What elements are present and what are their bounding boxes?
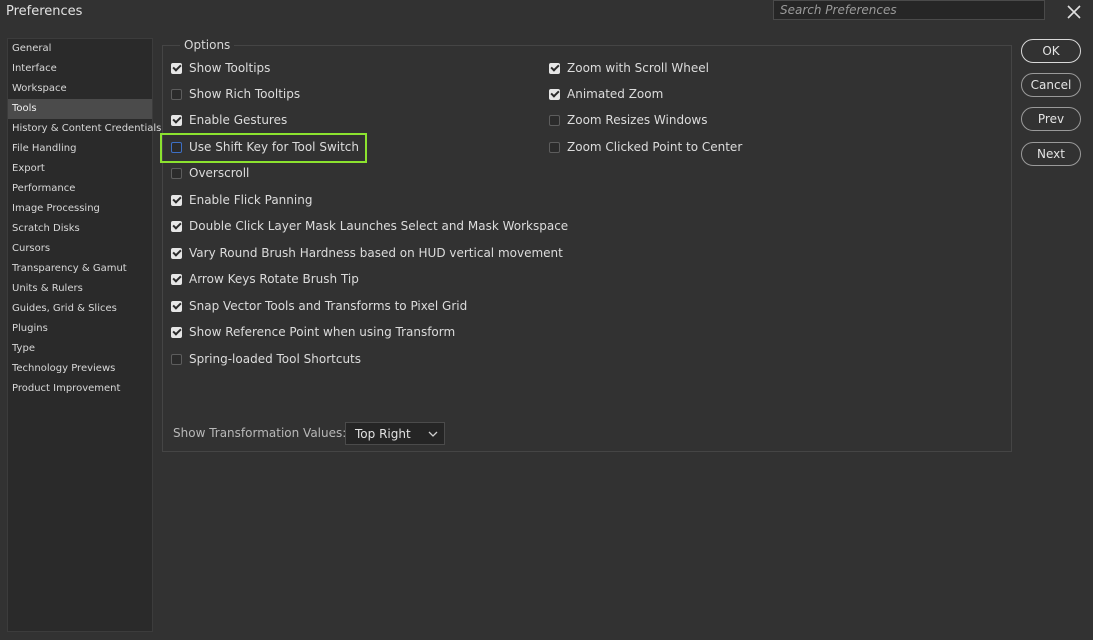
option-left-0[interactable]: Show Tooltips [171, 59, 270, 77]
sidebar-item[interactable]: Scratch Disks [8, 219, 152, 239]
option-label: Zoom Clicked Point to Center [567, 140, 743, 154]
option-label: Spring-loaded Tool Shortcuts [189, 352, 362, 366]
option-label: Enable Flick Panning [189, 193, 313, 207]
checkbox[interactable] [549, 141, 560, 153]
sidebar-item[interactable]: Tools [8, 99, 152, 119]
checkbox[interactable] [171, 220, 182, 232]
sidebar-item[interactable]: General [8, 39, 152, 59]
sidebar-item[interactable]: Plugins [8, 319, 152, 339]
window-title: Preferences [6, 4, 83, 19]
option-left-11[interactable]: Spring-loaded Tool Shortcuts [171, 350, 361, 368]
close-icon [1067, 5, 1081, 19]
sidebar-item[interactable]: History & Content Credentials [8, 119, 161, 139]
checkbox[interactable] [171, 247, 182, 259]
option-left-6[interactable]: Double Click Layer Mask Launches Select … [171, 217, 568, 235]
search-preferences-input[interactable] [773, 0, 1045, 20]
option-label: Double Click Layer Mask Launches Select … [189, 219, 569, 233]
option-left-1[interactable]: Show Rich Tooltips [171, 85, 300, 103]
sidebar-item[interactable]: Export [8, 159, 152, 179]
checkbox[interactable] [171, 167, 182, 179]
sidebar-item[interactable]: Interface [8, 59, 152, 79]
option-label: Animated Zoom [567, 87, 664, 101]
option-left-5[interactable]: Enable Flick Panning [171, 191, 312, 209]
option-label: Snap Vector Tools and Transforms to Pixe… [189, 299, 468, 313]
checkbox[interactable] [171, 273, 182, 285]
option-left-2[interactable]: Enable Gestures [171, 111, 287, 129]
sidebar: General Interface Workspace Tools History & … [7, 38, 161, 632]
option-left-7[interactable]: Vary Round Brush Hardness based on HUD v… [171, 244, 563, 262]
transformation-values-select[interactable]: Top Right [345, 422, 445, 445]
checkbox[interactable] [171, 114, 182, 126]
sidebar-item[interactable]: Performance [8, 179, 152, 199]
option-label: Vary Round Brush Hardness based on HUD v… [189, 246, 563, 260]
option-label: Show Tooltips [189, 61, 271, 75]
sidebar-item[interactable]: Technology Previews [8, 359, 152, 379]
option-right-0[interactable]: Zoom with Scroll Wheel [549, 59, 709, 77]
prev-button[interactable]: Prev [1021, 107, 1081, 131]
option-left-9[interactable]: Snap Vector Tools and Transforms to Pixe… [171, 297, 467, 315]
checkbox[interactable] [549, 62, 560, 74]
sidebar-item[interactable]: Guides, Grid & Slices [8, 299, 152, 319]
highlight-annotation [160, 133, 367, 163]
sidebar-item[interactable]: File Handling [8, 139, 152, 159]
sidebar-item[interactable]: Units & Rulers [8, 279, 152, 299]
chevron-down-icon [428, 431, 438, 437]
title-bar: Preferences [0, 0, 1093, 24]
next-button[interactable]: Next [1021, 142, 1081, 166]
sidebar-item[interactable]: Cursors [8, 239, 152, 259]
checkbox[interactable] [171, 353, 182, 365]
option-right-1[interactable]: Animated Zoom [549, 85, 663, 103]
options-legend: Options [180, 38, 235, 52]
cancel-button[interactable]: Cancel [1021, 73, 1081, 97]
transformation-values-label: Show Transformation Values: [173, 426, 347, 440]
option-left-4[interactable]: Overscroll [171, 164, 249, 182]
sidebar-item[interactable]: Type [8, 339, 152, 359]
option-label: Zoom Resizes Windows [567, 113, 708, 127]
option-label: Show Rich Tooltips [189, 87, 301, 101]
transformation-values-selected: Top Right [355, 426, 411, 441]
option-left-10[interactable]: Show Reference Point when using Transfor… [171, 323, 455, 341]
option-label: Zoom with Scroll Wheel [567, 61, 709, 75]
close-button[interactable] [1064, 2, 1084, 22]
checkbox[interactable] [171, 194, 182, 206]
sidebar-item[interactable]: Image Processing [8, 199, 152, 219]
option-label: Arrow Keys Rotate Brush Tip [189, 272, 359, 286]
checkbox[interactable] [171, 300, 182, 312]
sidebar-item[interactable]: Product Improvement [8, 379, 152, 399]
checkbox[interactable] [171, 62, 182, 74]
option-right-2[interactable]: Zoom Resizes Windows [549, 111, 708, 129]
option-label: Enable Gestures [189, 113, 288, 127]
ok-button[interactable]: OK [1021, 39, 1081, 63]
option-label: Overscroll [189, 166, 250, 180]
option-left-8[interactable]: Arrow Keys Rotate Brush Tip [171, 270, 359, 288]
sidebar-item[interactable]: Transparency & Gamut [8, 259, 152, 279]
option-label: Show Reference Point when using Transfor… [189, 325, 456, 339]
checkbox[interactable] [549, 88, 560, 100]
checkbox[interactable] [171, 88, 182, 100]
option-right-3[interactable]: Zoom Clicked Point to Center [549, 138, 742, 156]
sidebar-item[interactable]: Workspace [8, 79, 152, 99]
checkbox[interactable] [171, 326, 182, 338]
checkbox[interactable] [549, 114, 560, 126]
